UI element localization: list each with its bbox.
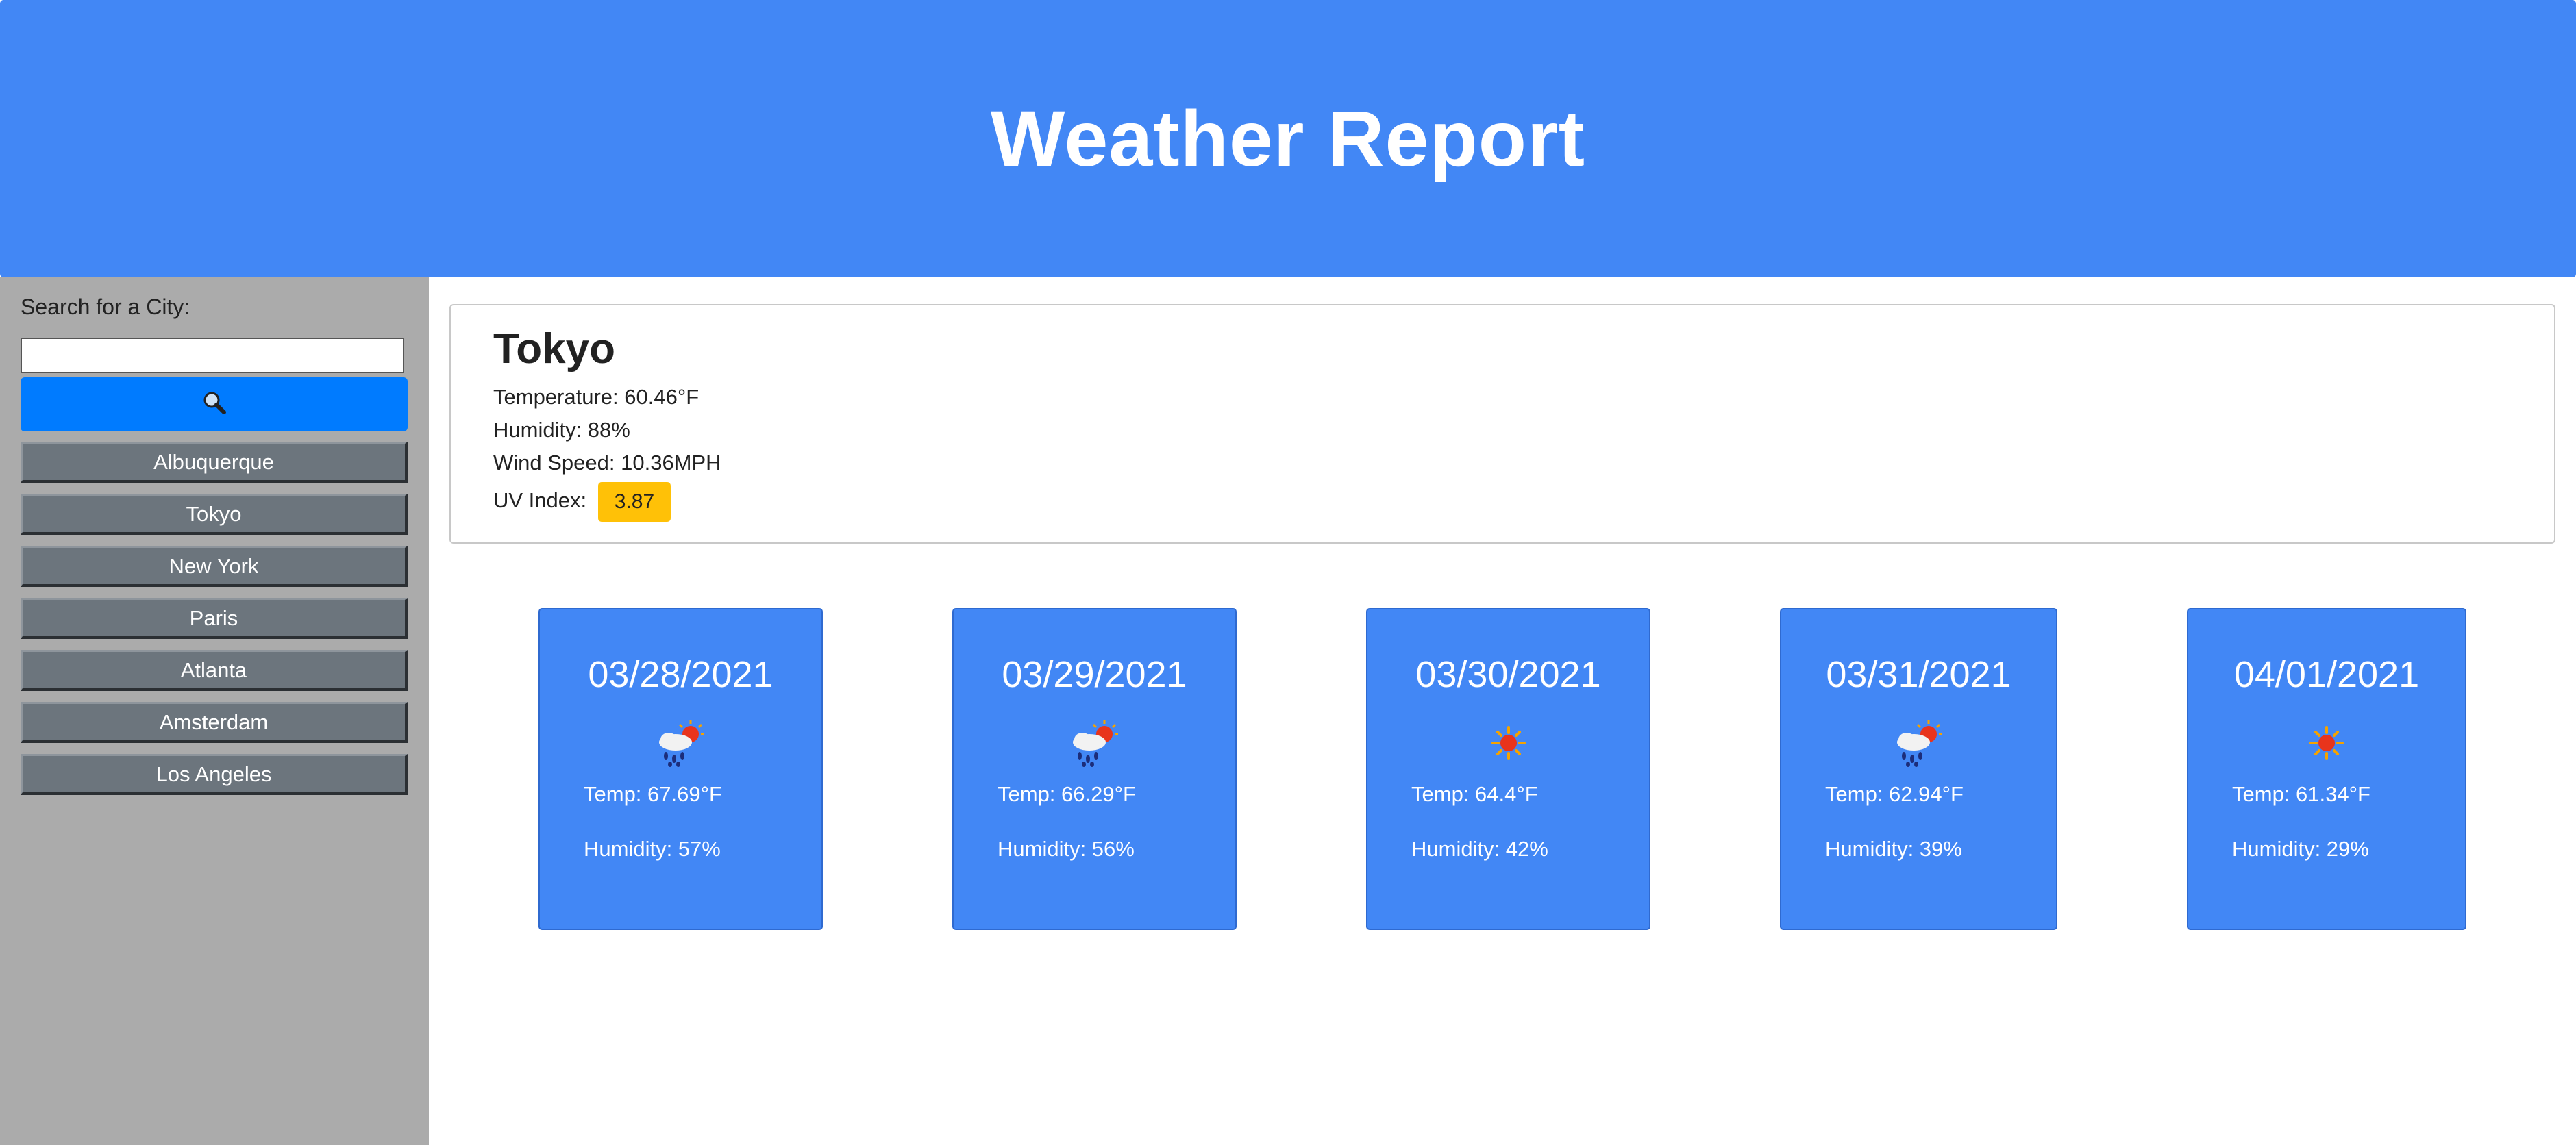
forecast-humidity: Humidity: 42%	[1411, 837, 1548, 861]
search-icon	[201, 389, 228, 420]
header: Weather Report	[0, 0, 2576, 277]
forecast-temp: Temp: 61.34°F	[2232, 782, 2370, 806]
rain-sun-icon	[1781, 719, 2056, 767]
forecast-date: 03/28/2021	[588, 654, 773, 695]
forecast-humidity: Humidity: 39%	[1825, 837, 1962, 861]
forecast-card: 03/31/2021 Temp: 62.94°F Humidity: 39%	[1780, 608, 2057, 930]
city-button-paris[interactable]: Paris	[21, 598, 408, 639]
uv-index-badge: 3.87	[597, 482, 671, 522]
current-uv-row: UV Index: 3.87	[493, 482, 671, 522]
forecast-card: 03/28/2021 Temp: 67.69°F Humidity: 57%	[538, 608, 823, 930]
forecast-date: 03/29/2021	[1002, 654, 1187, 695]
city-button-los-angeles[interactable]: Los Angeles	[21, 754, 408, 795]
current-weather-panel: Tokyo Temperature: 60.46°F Humidity: 88%…	[449, 304, 2555, 544]
forecast-temp: Temp: 67.69°F	[584, 782, 722, 806]
city-button-albuquerque[interactable]: Albuquerque	[21, 442, 408, 483]
sun-icon	[2188, 719, 2465, 767]
city-button-atlanta[interactable]: Atlanta	[21, 650, 408, 691]
uv-label: UV Index:	[493, 488, 587, 513]
forecast-card: 04/01/2021 Temp: 61.34°F Humidity: 29%	[2187, 608, 2466, 930]
current-city-name: Tokyo	[493, 325, 615, 373]
rain-sun-icon	[540, 719, 821, 767]
forecast-temp: Temp: 62.94°F	[1825, 782, 1964, 806]
city-button-tokyo[interactable]: Tokyo	[21, 494, 408, 535]
rain-sun-icon	[954, 719, 1235, 767]
city-button-new-york[interactable]: New York	[21, 546, 408, 587]
search-button[interactable]	[21, 377, 408, 431]
sidebar: Search for a City: Albuquerque Tokyo New…	[0, 277, 429, 1145]
current-wind-speed: Wind Speed: 10.36MPH	[493, 451, 721, 475]
forecast-temp: Temp: 64.4°F	[1411, 782, 1538, 806]
search-label: Search for a City:	[21, 294, 190, 319]
forecast-card: 03/29/2021 Temp: 66.29°F Humidity: 56%	[952, 608, 1237, 930]
forecast-date: 03/31/2021	[1826, 654, 2011, 695]
forecast-temp: Temp: 66.29°F	[998, 782, 1136, 806]
page-title: Weather Report	[990, 95, 1586, 183]
forecast-humidity: Humidity: 29%	[2232, 837, 2369, 861]
forecast-date: 04/01/2021	[2233, 654, 2420, 695]
sun-icon	[1367, 719, 1649, 767]
forecast-card: 03/30/2021 Temp: 64.4°F Humidity: 42%	[1366, 608, 1650, 930]
forecast-humidity: Humidity: 56%	[998, 837, 1135, 861]
current-temperature: Temperature: 60.46°F	[493, 385, 699, 409]
city-button-amsterdam[interactable]: Amsterdam	[21, 702, 408, 743]
current-humidity: Humidity: 88%	[493, 418, 630, 442]
forecast-date: 03/30/2021	[1415, 654, 1601, 695]
search-input[interactable]	[21, 338, 404, 373]
forecast-humidity: Humidity: 57%	[584, 837, 721, 861]
